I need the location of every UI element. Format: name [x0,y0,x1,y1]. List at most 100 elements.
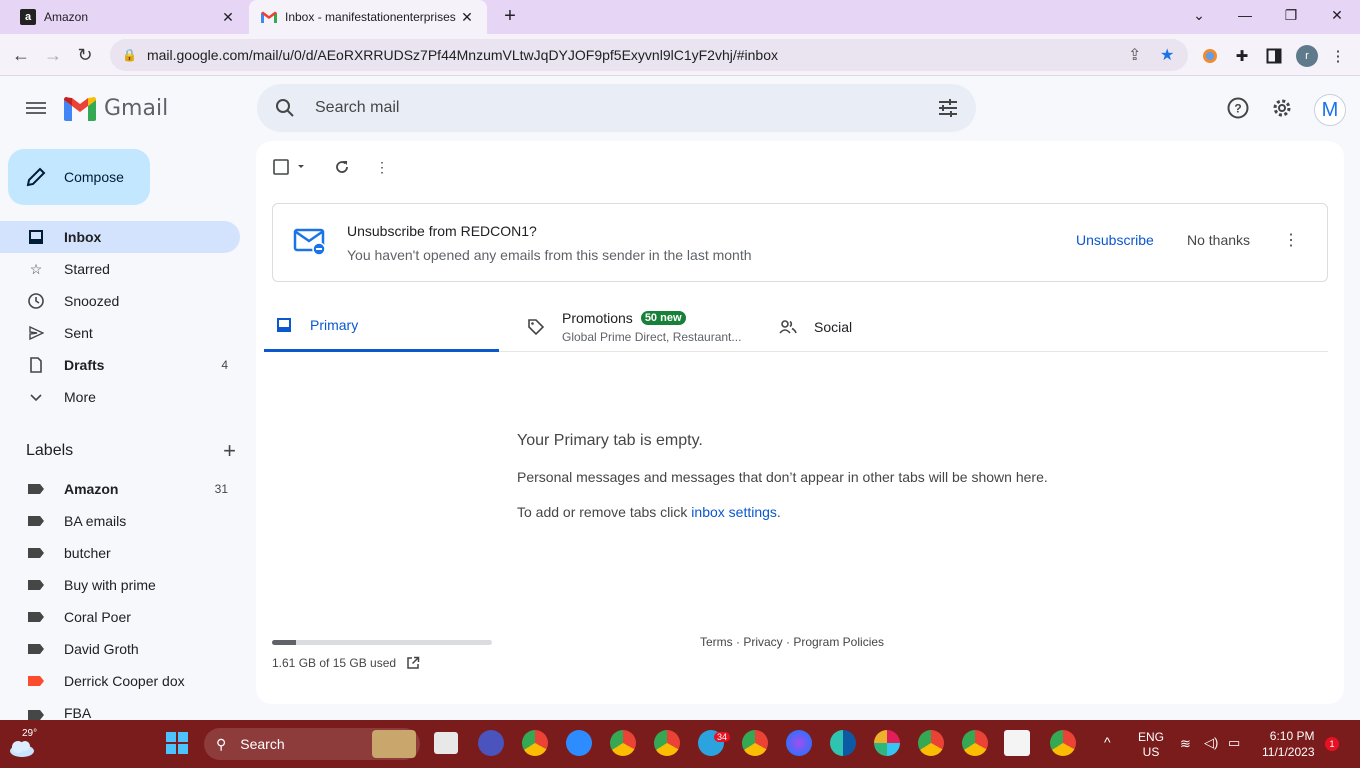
tab-promotions[interactable]: Promotions 50 new Global Prime Direct, R… [526,301,766,352]
file-explorer-icon[interactable] [434,732,458,754]
weather-widget[interactable]: 29° [8,728,44,760]
tab-amazon[interactable]: a Amazon ✕ [8,0,248,34]
edge-icon[interactable] [830,730,856,756]
search-highlight-image-icon [372,730,416,758]
refresh-icon[interactable] [330,155,354,179]
label-item-amazon[interactable]: Amazon 31 [0,473,240,505]
label-name: David Groth [64,641,139,657]
chrome-icon[interactable] [962,730,988,756]
search-icon[interactable] [273,96,297,120]
new-tab-button[interactable]: + [498,4,522,28]
mail-unsubscribe-icon [293,228,326,256]
messenger-icon[interactable] [786,730,812,756]
tab-social[interactable]: Social [778,301,978,352]
zoom-icon[interactable] [566,730,592,756]
label-name: Derrick Cooper dox [64,673,185,689]
snipping-tool-icon[interactable] [1004,730,1030,756]
search-options-icon[interactable] [936,96,960,120]
no-thanks-button[interactable]: No thanks [1187,232,1250,248]
forward-button[interactable]: → [40,42,66,68]
wifi-icon[interactable]: ≋ [1180,736,1191,752]
tab-primary[interactable]: Primary [264,301,499,352]
open-external-icon[interactable] [406,656,420,670]
close-window-button[interactable]: ✕ [1314,0,1360,30]
label-item-butcher[interactable]: butcher [0,537,240,569]
sidebar-item-label: Inbox [64,229,102,245]
side-panel-icon[interactable] [1264,46,1284,66]
label-item-buy-with-prime[interactable]: Buy with prime [0,569,240,601]
browser-toolbar: ← → ↻ 🔒 mail.google.com/mail/u/0/d/AEoRX… [0,34,1360,76]
draft-icon [26,355,46,375]
label-item-coral-poer[interactable]: Coral Poer [0,601,240,633]
add-label-button[interactable]: + [223,438,236,464]
sidebar-item-sent[interactable]: Sent [0,317,240,349]
settings-gear-icon[interactable] [1270,96,1294,120]
close-tab-icon[interactable]: ✕ [459,9,475,26]
storage-progress-bar [272,640,492,645]
label-count: 31 [214,482,228,496]
select-checkbox[interactable] [272,155,308,179]
search-mail-bar[interactable]: Search mail [257,84,976,132]
tab-label: Social [814,318,853,335]
label-item-derrick-cooper-dox[interactable]: Derrick Cooper dox [0,665,240,697]
main-menu-icon[interactable] [24,96,48,120]
restore-button[interactable]: ❐ [1268,0,1314,30]
chevron-up-icon[interactable]: ^ [1104,734,1111,750]
volume-icon[interactable]: ◁) [1204,735,1218,751]
chrome-icon[interactable] [610,730,636,756]
slack-icon[interactable] [874,730,900,756]
reload-button[interactable]: ↻ [72,42,98,68]
windows-start-icon[interactable] [166,732,188,754]
banner-more-icon[interactable]: ⋮ [1281,230,1301,250]
label-item-fba[interactable]: FBA [0,697,240,720]
share-icon[interactable]: ⇪ [1128,45,1141,65]
sidebar-item-starred[interactable]: ☆ Starred [0,253,240,285]
search-input[interactable]: Search mail [315,99,399,117]
chevron-down-icon [26,387,46,407]
storage-fill [272,640,296,645]
battery-icon[interactable]: ▭ [1228,735,1240,751]
sidebar-item-drafts[interactable]: Drafts 4 [0,349,240,381]
unsubscribe-button[interactable]: Unsubscribe [1076,232,1154,248]
notification-badge[interactable]: 1 [1325,737,1339,751]
chrome-icon[interactable] [742,730,768,756]
sidebar-item-label: Sent [64,325,93,341]
tab-inbox[interactable]: Inbox - manifestationenterprises ✕ [249,0,487,34]
sidebar-item-more[interactable]: More [0,381,240,413]
label-name: Amazon [64,481,119,497]
unsubscribe-banner: Unsubscribe from REDCON1? You haven't op… [272,203,1328,282]
label-name: FBA [64,705,92,720]
profile-avatar[interactable]: r [1296,45,1318,67]
label-item-david-groth[interactable]: David Groth [0,633,240,665]
chrome-icon[interactable] [522,730,548,756]
meet-icon[interactable] [478,730,504,756]
compose-button[interactable]: Compose [8,149,150,205]
more-options-icon[interactable]: ⋮ [370,155,394,179]
inbox-settings-link[interactable]: inbox settings [691,504,777,520]
extension-icon[interactable] [1200,46,1220,66]
clock-date: 11/1/2023 [1262,745,1315,759]
close-tab-icon[interactable]: ✕ [220,9,236,26]
help-icon[interactable]: ? [1226,96,1250,120]
bookmark-star-icon[interactable]: ★ [1160,45,1174,65]
account-avatar[interactable]: M [1314,94,1346,126]
minimize-button[interactable]: — [1222,0,1268,30]
language-indicator[interactable]: ENG US [1138,730,1164,760]
chrome-icon[interactable] [1050,730,1076,756]
taskbar-search[interactable]: ⚲ Search [204,728,420,760]
browser-menu-icon[interactable]: ⋮ [1328,46,1348,66]
star-icon: ☆ [29,260,43,277]
extensions-puzzle-icon[interactable]: ✚ [1232,46,1252,66]
chrome-icon[interactable] [918,730,944,756]
footer-links[interactable]: Terms · Privacy · Program Policies [700,635,884,649]
label-item-ba-emails[interactable]: BA emails [0,505,240,537]
sidebar-item-inbox[interactable]: Inbox [0,221,240,253]
address-bar[interactable]: 🔒 mail.google.com/mail/u/0/d/AEoRXRRUDSz… [110,39,1188,71]
back-button[interactable]: ← [8,42,34,68]
gmail-logo[interactable]: Gmail [64,96,168,121]
language-code: ENG [1138,730,1165,744]
tab-search-chevron-icon[interactable]: ⌄ [1176,0,1222,30]
chrome-icon[interactable] [654,730,680,756]
sidebar-item-snoozed[interactable]: Snoozed [0,285,240,317]
clock[interactable]: 6:10 PM 11/1/2023 [1262,728,1315,760]
